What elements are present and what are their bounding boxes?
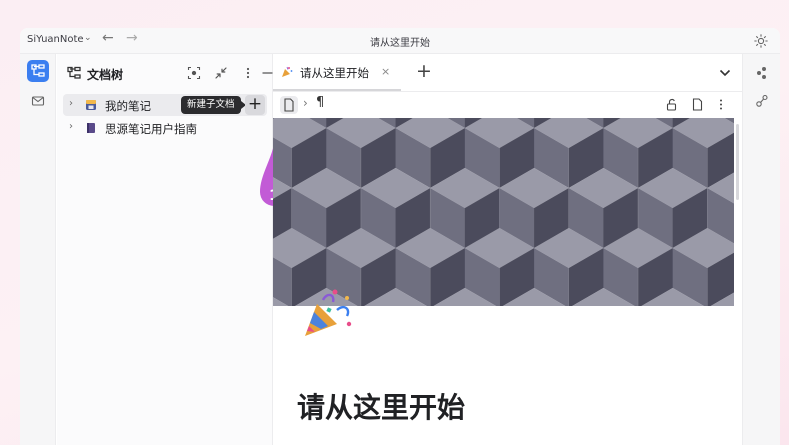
- inbox-icon[interactable]: [31, 94, 45, 108]
- party-popper-doc-icon[interactable]: [301, 286, 355, 340]
- file-tree-header-icon: [67, 66, 81, 79]
- file-tree-dock-button[interactable]: [27, 60, 49, 82]
- expand-arrow-icon[interactable]: ›: [69, 98, 73, 109]
- new-subdoc-tooltip: 新建子文档: [181, 96, 245, 114]
- unlock-icon[interactable]: [665, 98, 678, 111]
- tree-item-user-guide[interactable]: › 思源笔记用户指南: [63, 117, 267, 139]
- file-tree-icon: [31, 64, 45, 77]
- window-title: 请从这里开始: [370, 38, 430, 49]
- breadcrumb: › ¶: [273, 92, 742, 118]
- left-dock: [20, 54, 56, 445]
- minimize-icon[interactable]: [262, 66, 273, 80]
- locate-doc-icon[interactable]: [187, 66, 201, 80]
- doc-info-icon[interactable]: [691, 98, 704, 111]
- party-popper-icon: [282, 66, 293, 77]
- chevron-down-icon[interactable]: [719, 68, 731, 78]
- sun-icon[interactable]: [754, 34, 768, 48]
- doc-title[interactable]: 请从这里开始: [297, 386, 465, 426]
- tab-label: 请从这里开始: [300, 66, 369, 80]
- expand-arrow-icon[interactable]: ›: [69, 121, 73, 132]
- tree-item-label: 思源笔记用户指南: [105, 122, 197, 136]
- new-tab-button[interactable]: +: [416, 60, 432, 82]
- doc-icon: [284, 98, 294, 112]
- scrollbar[interactable]: [736, 124, 739, 200]
- right-dock: [742, 54, 780, 445]
- file-tree-title: 文档树: [87, 68, 124, 82]
- graph-icon[interactable]: [755, 94, 769, 108]
- notebook-icon: [86, 100, 96, 110]
- tab-close-icon[interactable]: ×: [381, 65, 390, 78]
- more-icon[interactable]: [241, 66, 255, 80]
- file-tree-panel: 文档树 › 我的笔记 新建子文档 + › 思源笔记用户指南: [57, 54, 288, 445]
- cover-image[interactable]: [273, 118, 734, 306]
- guide-book-icon: [87, 123, 95, 133]
- editor: 请从这里开始 × + › ¶ 请从这里开始: [273, 54, 742, 445]
- collapse-all-icon[interactable]: [214, 66, 228, 80]
- tree-item-label: 我的笔记: [105, 99, 151, 113]
- tab-start-here[interactable]: 请从这里开始 ×: [273, 54, 401, 91]
- breadcrumb-paragraph[interactable]: ¶: [316, 95, 324, 110]
- breadcrumb-doc-button[interactable]: [280, 96, 298, 114]
- new-subdoc-button[interactable]: +: [245, 95, 265, 115]
- app-window: SiYuanNote ⌄ ← → 请从这里开始 文档树 › 我的笔记 新建子文档…: [20, 28, 780, 445]
- title-bar: SiYuanNote ⌄ ← → 请从这里开始: [20, 28, 780, 54]
- tab-bar: 请从这里开始 × +: [273, 54, 742, 92]
- outline-icon[interactable]: [755, 66, 769, 80]
- breadcrumb-separator: ›: [303, 96, 308, 110]
- tree-item-my-notes[interactable]: › 我的笔记 新建子文档 +: [63, 94, 267, 116]
- more-icon[interactable]: [717, 98, 725, 111]
